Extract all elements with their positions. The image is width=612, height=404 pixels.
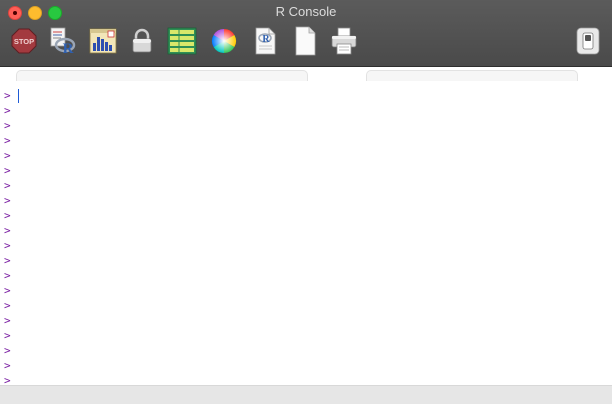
stop-sign-icon: STOP: [11, 28, 37, 54]
svg-text:R: R: [63, 41, 74, 56]
status-bar: [0, 385, 612, 404]
console-prompt-line: >: [0, 283, 612, 298]
prompt-symbol: >: [4, 329, 11, 342]
svg-text:R: R: [262, 34, 270, 45]
prompt-symbol: >: [4, 359, 11, 372]
console-prompt-line: >: [0, 238, 612, 253]
prompt-symbol: >: [4, 239, 11, 252]
console-prompt-line: >: [0, 373, 612, 385]
blank-page-icon: [295, 26, 316, 56]
source-script-button[interactable]: R: [48, 26, 78, 56]
console-prompt-line: >: [0, 148, 612, 163]
prompt-symbol: >: [4, 194, 11, 207]
title-bar: R Console STOP R R: [0, 0, 612, 67]
prompt-symbol: >: [4, 374, 11, 385]
console-prompt-line: >: [0, 208, 612, 223]
console-tab-left: [16, 70, 308, 81]
prompt-symbol: >: [4, 119, 11, 132]
quartz-graphics-button[interactable]: [88, 26, 118, 56]
prompt-symbol: >: [4, 209, 11, 222]
console-prompt-line: >: [0, 178, 612, 193]
console-prompt-line: >: [0, 163, 612, 178]
console-prompt-line: >: [0, 328, 612, 343]
printer-icon: [331, 27, 357, 55]
console-prompt-line: >: [0, 268, 612, 283]
toggle-toolbar-button[interactable]: [576, 27, 600, 55]
prompt-symbol: >: [4, 164, 11, 177]
console-prompt-line: >: [0, 358, 612, 373]
prompt-symbol: >: [4, 344, 11, 357]
r-document-icon: R: [255, 27, 276, 55]
prompt-symbol: >: [4, 89, 11, 102]
bar-chart-icon: [89, 28, 117, 54]
prompt-symbol: >: [4, 269, 11, 282]
prompt-symbol: >: [4, 314, 11, 327]
data-editor-button[interactable]: [167, 26, 197, 56]
prompt-symbol: >: [4, 254, 11, 267]
color-picker-button[interactable]: [209, 26, 239, 56]
prompt-symbol: >: [4, 149, 11, 162]
stop-label: STOP: [14, 37, 34, 46]
r-console-window: R Console STOP R R > > > > > > > > > > >…: [0, 0, 612, 404]
console-prompt-line: >: [0, 223, 612, 238]
console-prompt-line: >: [0, 253, 612, 268]
console-prompt-line: >: [0, 103, 612, 118]
prompt-symbol: >: [4, 224, 11, 237]
prompt-symbol: >: [4, 134, 11, 147]
prompt-symbol: >: [4, 299, 11, 312]
new-r-document-button[interactable]: R: [250, 26, 280, 56]
console-prompt-line: >: [0, 313, 612, 328]
text-cursor: [18, 89, 19, 103]
console-output[interactable]: > > > > > > > > > > > > > > > > > > > >: [0, 88, 612, 385]
new-blank-document-button[interactable]: [290, 26, 320, 56]
spreadsheet-icon: [167, 27, 197, 55]
color-wheel-icon: [211, 28, 237, 53]
lock-icon: [132, 28, 152, 53]
prompt-symbol: >: [4, 179, 11, 192]
console-tab-right: [366, 70, 578, 81]
console-prompt-line: >: [0, 133, 612, 148]
console-prompt-line: >: [0, 193, 612, 208]
authenticate-button[interactable]: [127, 26, 157, 56]
window-title: R Console: [275, 4, 337, 19]
console-prompt-line: >: [0, 118, 612, 133]
console-prompt-line: >: [0, 88, 612, 103]
print-button[interactable]: [329, 26, 359, 56]
console-prompt-line: >: [0, 298, 612, 313]
prompt-symbol: >: [4, 104, 11, 117]
console-prompt-line: >: [0, 343, 612, 358]
r-script-icon: R: [50, 27, 76, 56]
prompt-symbol: >: [4, 284, 11, 297]
stop-button[interactable]: STOP: [9, 26, 39, 56]
toggle-switch-icon: [576, 27, 600, 55]
